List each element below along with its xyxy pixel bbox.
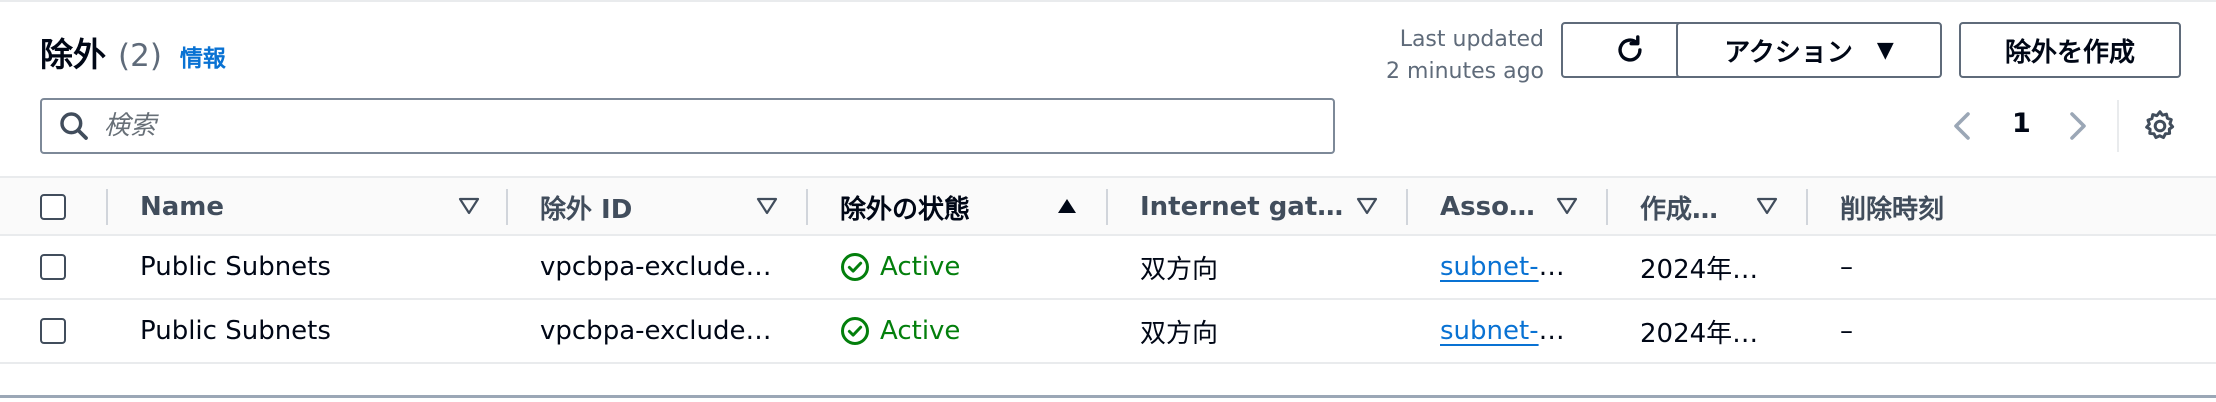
refresh-icon [1618,35,1642,62]
exclusions-table-panel: 除外 (2) 情報 Last updated 2 minutes ago アクシ… [0,0,2216,398]
actions-dropdown-button[interactable]: アクション ▼ [1676,22,1942,78]
actions-label: アクション [1724,37,1853,68]
cell-associations: subnet- … [1440,300,1565,362]
column-divider [1106,189,1108,225]
cell-created: 2024年… [1640,318,1759,349]
gear-icon[interactable] [2142,108,2178,144]
sort-up-icon[interactable] [1056,196,1078,216]
cell-deletion-time: – [1840,252,1853,282]
check-circle-icon [841,317,869,345]
cell-created: 2024年… [1640,254,1759,285]
cell-status: Active [840,300,960,362]
row-checkbox[interactable] [40,318,66,344]
column-header-created[interactable]: 作成… [1640,178,1718,236]
cell-deletion-time: – [1840,316,1853,346]
search-icon [60,112,88,140]
cell-id: vpcbpa-exclude… [540,316,772,346]
next-page-icon[interactable] [2066,110,2090,142]
info-link[interactable]: 情報 [180,39,226,73]
table-row[interactable]: Public Subnets vpcbpa-exclude… Active 双方… [0,300,2216,364]
cell-id: vpcbpa-exclude… [540,252,772,282]
sort-down-icon[interactable] [756,196,778,216]
cell-name: Public Subnets [140,252,331,282]
last-updated: Last updated 2 minutes ago [1244,24,1544,88]
sort-down-icon[interactable] [1556,196,1578,216]
pagination-divider [2117,100,2119,152]
title-count: (2) [118,38,162,74]
status-text: Active [880,252,961,282]
select-all-checkbox[interactable] [40,194,66,220]
cell-name: Public Subnets [140,316,331,346]
subnet-link-ellipsis: … [1538,316,1565,346]
check-circle-icon [841,253,869,281]
table-header: Name 除外 ID 除外の状態 Internet gat… Asso… 作成…… [0,176,2216,236]
caret-down-icon: ▼ [1876,37,1894,63]
column-header-internet-gateway[interactable]: Internet gat… [1140,178,1343,236]
column-divider [506,189,508,225]
search-input[interactable] [104,106,1284,146]
sort-down-icon[interactable] [1356,196,1378,216]
top-divider [0,0,2216,2]
column-header-name[interactable]: Name [140,178,224,236]
create-exclusion-button[interactable]: 除外を作成 [1959,22,2181,78]
cell-internet-gateway: 双方向 [1140,254,1219,285]
last-updated-label: Last updated [1399,27,1544,52]
column-header-deletion-time[interactable]: 削除時刻 [1840,178,1944,236]
sort-down-icon[interactable] [1756,196,1778,216]
column-divider [1606,189,1608,225]
cell-status: Active [840,236,960,298]
column-header-associations[interactable]: Asso… [1440,178,1535,236]
table-row[interactable]: Public Subnets vpcbpa-exclude… Active 双方… [0,236,2216,300]
previous-page-icon[interactable] [1950,110,1974,142]
column-divider [106,189,108,225]
last-updated-value: 2 minutes ago [1386,59,1544,84]
column-divider [1806,189,1808,225]
row-checkbox[interactable] [40,254,66,280]
search-box[interactable] [40,98,1335,154]
cell-associations: subnet- … [1440,236,1565,298]
column-header-id[interactable]: 除外 ID [540,178,632,236]
column-divider [1406,189,1408,225]
sort-down-icon[interactable] [458,196,480,216]
subnet-link-ellipsis: … [1538,252,1565,282]
cell-internet-gateway: 双方向 [1140,318,1219,349]
title-text: 除外 [40,35,106,74]
page-number[interactable]: 1 [2012,108,2031,139]
column-header-status[interactable]: 除外の状態 [840,178,970,236]
subnet-link[interactable]: subnet- [1440,252,1539,282]
page-title: 除外 (2) 情報 [40,28,226,74]
column-divider [806,189,808,225]
status-text: Active [880,316,961,346]
subnet-link[interactable]: subnet- [1440,316,1539,346]
